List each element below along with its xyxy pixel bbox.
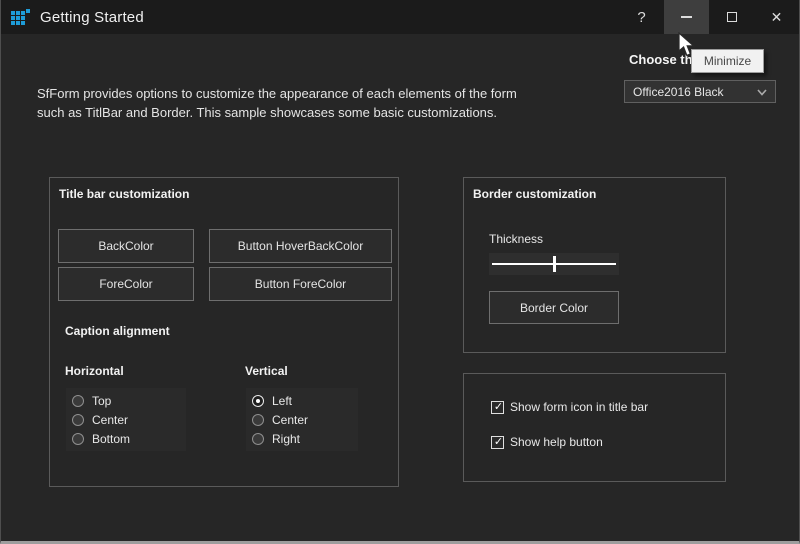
titlebar-options-group: Show form icon in title bar Show help bu…	[463, 373, 726, 482]
titlebar-customization-group: Title bar customization BackColor Button…	[49, 177, 399, 487]
radio-right[interactable]: Right	[252, 429, 352, 448]
radio-icon	[72, 414, 84, 426]
show-help-button-checkbox-row[interactable]: Show help button	[491, 435, 603, 449]
radio-right-label: Right	[272, 432, 300, 446]
title-bar: Getting Started ? ✕	[1, 0, 799, 34]
app-logo-icon	[11, 9, 31, 26]
show-help-button-label: Show help button	[510, 435, 603, 449]
checkbox-checked-icon[interactable]	[491, 401, 504, 414]
radio-center-vertical[interactable]: Center	[252, 410, 352, 429]
radio-center-horizontal[interactable]: Center	[72, 410, 180, 429]
vertical-alignment-radios: Left Center Right	[246, 388, 358, 451]
radio-center-vertical-label: Center	[272, 413, 308, 427]
radio-top[interactable]: Top	[72, 391, 180, 410]
close-button[interactable]: ✕	[754, 0, 799, 34]
radio-center-horizontal-label: Center	[92, 413, 128, 427]
radio-bottom[interactable]: Bottom	[72, 429, 180, 448]
button-forecolor-button[interactable]: Button ForeColor	[209, 267, 392, 301]
maximize-button[interactable]	[709, 0, 754, 34]
window-controls: ? ✕	[619, 0, 799, 34]
radio-icon	[72, 395, 84, 407]
group-title: Title bar customization	[59, 187, 189, 201]
border-color-button-label: Border Color	[520, 301, 588, 315]
hoverbackcolor-button-label: Button HoverBackColor	[238, 239, 363, 253]
radio-icon	[72, 433, 84, 445]
chevron-down-icon	[757, 89, 767, 96]
sample-description: SfForm provides options to customize the…	[37, 84, 557, 122]
help-button[interactable]: ?	[619, 0, 664, 34]
button-hoverbackcolor-button[interactable]: Button HoverBackColor	[209, 229, 392, 263]
group-title: Border customization	[473, 187, 596, 201]
vertical-label: Vertical	[245, 364, 288, 378]
theme-dropdown[interactable]: Office2016 Black	[624, 80, 776, 103]
theme-dropdown-value: Office2016 Black	[633, 85, 724, 99]
backcolor-button[interactable]: BackColor	[58, 229, 194, 263]
show-form-icon-label: Show form icon in title bar	[510, 400, 648, 414]
minimize-button[interactable]	[664, 0, 709, 34]
help-icon: ?	[637, 9, 645, 26]
horizontal-label: Horizontal	[65, 364, 124, 378]
backcolor-button-label: BackColor	[98, 239, 153, 253]
minimize-tooltip: Minimize	[691, 49, 764, 73]
description-line-1: SfForm provides options to customize the…	[37, 84, 557, 103]
radio-icon	[252, 433, 264, 445]
show-form-icon-checkbox-row[interactable]: Show form icon in title bar	[491, 400, 648, 414]
caption-alignment-title: Caption alignment	[65, 324, 170, 338]
forecolor-button-label: ForeColor	[99, 277, 152, 291]
radio-top-label: Top	[92, 394, 111, 408]
radio-bottom-label: Bottom	[92, 432, 130, 446]
description-line-2: such as TitlBar and Border. This sample …	[37, 103, 557, 122]
tooltip-text: Minimize	[704, 54, 751, 68]
close-icon: ✕	[771, 9, 783, 26]
button-forecolor-button-label: Button ForeColor	[255, 277, 346, 291]
border-customization-group: Border customization Thickness Border Co…	[463, 177, 726, 353]
window-title: Getting Started	[40, 9, 144, 26]
mouse-cursor-icon	[678, 32, 697, 60]
minimize-icon	[681, 16, 692, 18]
thickness-slider[interactable]	[489, 253, 619, 275]
radio-selected-icon	[252, 395, 264, 407]
checkbox-checked-icon[interactable]	[491, 436, 504, 449]
radio-left-label: Left	[272, 394, 292, 408]
maximize-icon	[727, 12, 737, 22]
forecolor-button[interactable]: ForeColor	[58, 267, 194, 301]
radio-icon	[252, 414, 264, 426]
app-window: Getting Started ? ✕ Minimize Choose them…	[0, 0, 800, 544]
horizontal-alignment-radios: Top Center Bottom	[66, 388, 186, 451]
radio-left[interactable]: Left	[252, 391, 352, 410]
border-color-button[interactable]: Border Color	[489, 291, 619, 324]
thickness-label: Thickness	[489, 232, 543, 246]
slider-thumb[interactable]	[553, 256, 556, 272]
